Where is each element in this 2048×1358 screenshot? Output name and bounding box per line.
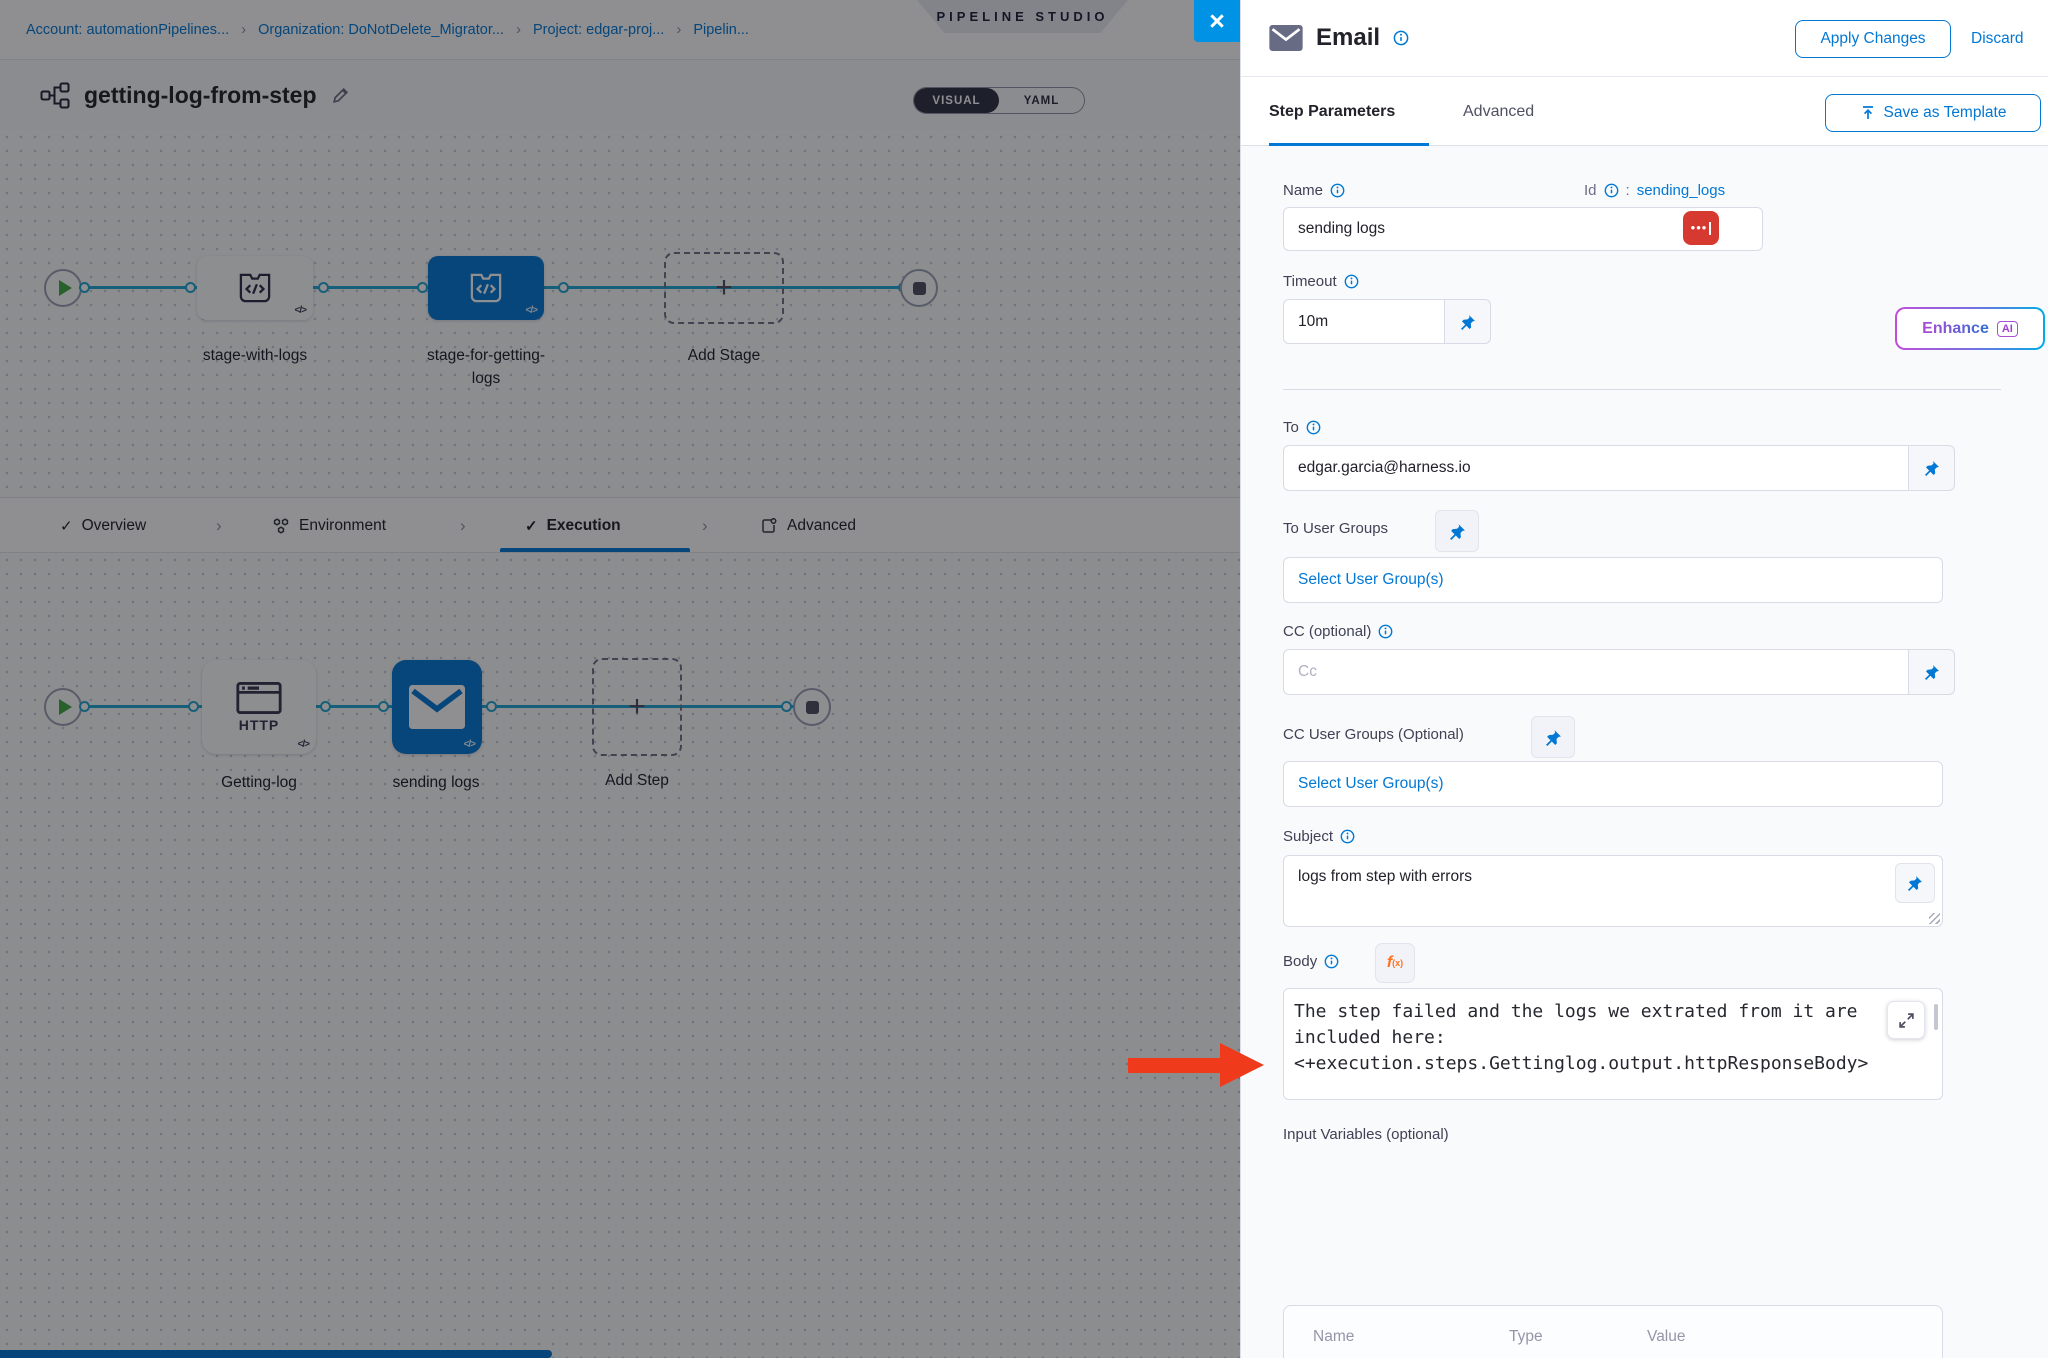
timeout-label: Timeout bbox=[1283, 273, 1359, 290]
panel-tabs: Step Parameters Advanced Save as Templat… bbox=[1241, 76, 2048, 146]
subject-label: Subject bbox=[1283, 828, 1355, 845]
column-header-name: Name bbox=[1313, 1328, 1354, 1346]
expression-fx-button[interactable]: f(x) bbox=[1375, 943, 1415, 983]
email-icon bbox=[1269, 25, 1303, 51]
save-as-template-label: Save as Template bbox=[1884, 104, 2007, 122]
to-user-groups-label: To User Groups bbox=[1283, 520, 1388, 537]
pin-icon[interactable] bbox=[1909, 445, 1955, 491]
tab-step-advanced[interactable]: Advanced bbox=[1463, 77, 1534, 147]
pin-icon[interactable] bbox=[1895, 863, 1935, 903]
to-input[interactable] bbox=[1283, 445, 1909, 491]
step-id: Id : sending_logs bbox=[1584, 182, 1725, 199]
info-icon[interactable] bbox=[1324, 954, 1339, 969]
body-input[interactable]: The step failed and the logs we extrated… bbox=[1283, 988, 1943, 1100]
pin-icon[interactable] bbox=[1531, 716, 1575, 758]
pin-icon[interactable] bbox=[1909, 649, 1955, 695]
panel-header: Email Apply Changes Discard bbox=[1241, 0, 2048, 76]
app-root: Account: automationPipelines... › Organi… bbox=[0, 0, 2048, 1358]
input-variables-card: Name Type Value + Add Input Variable bbox=[1283, 1305, 1943, 1358]
expand-icon bbox=[1898, 1012, 1915, 1029]
pin-icon[interactable] bbox=[1435, 510, 1479, 552]
cc-label: CC (optional) bbox=[1283, 623, 1393, 640]
info-icon[interactable] bbox=[1340, 829, 1355, 844]
cc-user-groups-select[interactable]: Select User Group(s) bbox=[1283, 761, 1943, 807]
column-header-type: Type bbox=[1509, 1328, 1543, 1346]
subject-field-wrap: logs from step with errors bbox=[1283, 855, 1943, 927]
name-label: Name bbox=[1283, 182, 1345, 199]
step-id-value[interactable]: sending_logs bbox=[1637, 182, 1725, 199]
close-panel-button[interactable]: × bbox=[1194, 0, 1240, 42]
section-divider bbox=[1283, 389, 2001, 390]
info-icon[interactable] bbox=[1604, 183, 1619, 198]
input-variables-label: Input Variables (optional) bbox=[1283, 1126, 1449, 1143]
body-label: Body bbox=[1283, 953, 1339, 970]
to-label: To bbox=[1283, 419, 1321, 436]
save-as-template-button[interactable]: Save as Template bbox=[1825, 94, 2041, 132]
enhance-ai-button[interactable]: Enhance AI bbox=[1895, 307, 2045, 350]
column-header-value: Value bbox=[1647, 1328, 1686, 1346]
tab-step-parameters[interactable]: Step Parameters bbox=[1269, 77, 1395, 147]
resize-handle[interactable] bbox=[1929, 913, 1940, 924]
text-assistant-badge-icon[interactable]: ••• bbox=[1683, 211, 1719, 245]
body-scrollbar[interactable] bbox=[1934, 1004, 1938, 1030]
step-type-title: Email bbox=[1316, 24, 1380, 52]
email-step-panel: Email Apply Changes Discard Step Paramet… bbox=[1240, 0, 2048, 1358]
cc-input[interactable] bbox=[1283, 649, 1909, 695]
to-user-groups-select[interactable]: Select User Group(s) bbox=[1283, 557, 1943, 603]
subject-input[interactable]: logs from step with errors bbox=[1283, 855, 1943, 927]
info-icon[interactable] bbox=[1306, 420, 1321, 435]
enhance-label: Enhance bbox=[1922, 320, 1989, 338]
info-icon[interactable] bbox=[1344, 274, 1359, 289]
info-icon[interactable] bbox=[1378, 624, 1393, 639]
step-parameters-form: Name Id : sending_logs Enhance AI ••• bbox=[1241, 146, 2048, 1358]
apply-changes-button[interactable]: Apply Changes bbox=[1795, 20, 1951, 58]
info-icon[interactable] bbox=[1330, 183, 1345, 198]
ai-badge: AI bbox=[1997, 321, 2018, 337]
timeout-input[interactable] bbox=[1283, 299, 1445, 344]
expand-editor-button[interactable] bbox=[1887, 1001, 1925, 1039]
cc-user-groups-label: CC User Groups (Optional) bbox=[1283, 726, 1464, 743]
pin-icon[interactable] bbox=[1445, 299, 1491, 344]
info-icon[interactable] bbox=[1393, 30, 1409, 46]
upload-icon bbox=[1860, 105, 1876, 121]
dim-overlay bbox=[0, 0, 1240, 1358]
body-field-wrap: The step failed and the logs we extrated… bbox=[1283, 988, 1943, 1100]
close-icon: × bbox=[1209, 6, 1225, 37]
discard-button[interactable]: Discard bbox=[1971, 20, 2024, 58]
